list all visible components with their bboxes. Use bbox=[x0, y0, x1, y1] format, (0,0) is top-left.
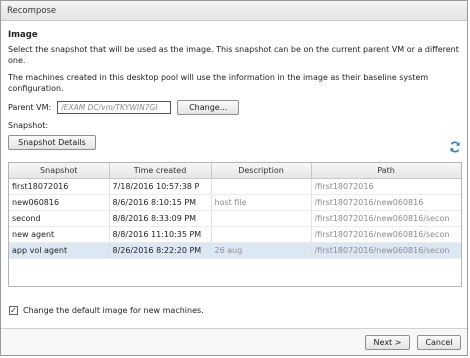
cell-time: 8/6/2016 8:10:15 PM bbox=[109, 194, 212, 211]
cell-description bbox=[211, 210, 312, 227]
column-header-path[interactable]: Path bbox=[311, 163, 461, 179]
cell-path: /first18072016/new060816/secon bbox=[311, 210, 461, 227]
change-button[interactable]: Change... bbox=[177, 100, 240, 115]
column-header-time-created[interactable]: Time created bbox=[109, 163, 212, 179]
snapshot-table[interactable]: Snapshot Time created Description Path f… bbox=[8, 162, 462, 287]
snapshot-details-button[interactable]: Snapshot Details bbox=[8, 135, 96, 150]
cell-path: /first18072016/new060816/secon bbox=[311, 226, 461, 243]
next-button[interactable]: Next > bbox=[365, 335, 410, 350]
snapshot-label: Snapshot: bbox=[8, 121, 49, 130]
cell-time: 7/18/2016 10:57:38 P bbox=[109, 178, 212, 195]
table-row[interactable]: second 8/8/2016 8:33:09 PM /first1807201… bbox=[9, 210, 461, 227]
default-image-checkbox[interactable]: ✓ bbox=[9, 306, 18, 315]
instruction-text: Select the snapshot that will be used as… bbox=[8, 45, 459, 65]
column-header-description[interactable]: Description bbox=[211, 163, 312, 179]
cell-snapshot: new agent bbox=[9, 226, 110, 243]
parent-vm-label: Parent VM: bbox=[8, 103, 52, 112]
table-row-selected[interactable]: app vol agent 8/26/2016 8:22:20 PM 26 au… bbox=[9, 242, 461, 259]
default-image-option[interactable]: ✓ Change the default image for new machi… bbox=[9, 306, 204, 315]
title-bar: Recompose bbox=[1, 1, 467, 21]
parent-vm-field[interactable]: /EXAM DC/vm/TKYWIN7GI bbox=[57, 101, 172, 114]
cell-description bbox=[211, 226, 312, 243]
table-row[interactable]: first18072016 7/18/2016 10:57:38 P /firs… bbox=[9, 178, 461, 195]
column-header-snapshot[interactable]: Snapshot bbox=[9, 163, 110, 179]
table-row[interactable]: new060816 8/6/2016 8:10:15 PM host file … bbox=[9, 194, 461, 211]
cell-time: 8/26/2016 8:22:20 PM bbox=[109, 242, 212, 259]
cell-path: /first18072016 bbox=[311, 178, 461, 195]
button-bar: Next > Cancel bbox=[1, 328, 467, 355]
info-text: The machines created in this desktop poo… bbox=[8, 73, 429, 93]
image-section: Image Select the snapshot that will be u… bbox=[8, 30, 459, 150]
cell-description bbox=[211, 178, 312, 195]
table-header-row: Snapshot Time created Description Path bbox=[9, 163, 461, 179]
default-image-label: Change the default image for new machine… bbox=[23, 306, 204, 315]
cell-time: 8/8/2016 8:33:09 PM bbox=[109, 210, 212, 227]
parent-vm-row: Parent VM: /EXAM DC/vm/TKYWIN7GI Change.… bbox=[8, 100, 459, 115]
recompose-dialog: Recompose Image Select the snapshot that… bbox=[0, 0, 468, 356]
cell-snapshot: second bbox=[9, 210, 110, 227]
section-title: Image bbox=[8, 30, 38, 40]
refresh-icon[interactable] bbox=[449, 141, 461, 153]
cell-path: /first18072016/new060816/secon bbox=[311, 242, 461, 259]
cell-description: 26 aug bbox=[211, 242, 312, 259]
cell-snapshot: first18072016 bbox=[9, 178, 110, 195]
cancel-button[interactable]: Cancel bbox=[417, 335, 461, 350]
cell-path: /first18072016/new060816 bbox=[311, 194, 461, 211]
cell-time: 8/8/2016 11:10:35 PM bbox=[109, 226, 212, 243]
cell-snapshot: app vol agent bbox=[9, 242, 110, 259]
cell-description: host file bbox=[211, 194, 312, 211]
dialog-title: Recompose bbox=[7, 5, 57, 16]
cell-snapshot: new060816 bbox=[9, 194, 110, 211]
table-row[interactable]: new agent 8/8/2016 11:10:35 PM /first180… bbox=[9, 226, 461, 243]
